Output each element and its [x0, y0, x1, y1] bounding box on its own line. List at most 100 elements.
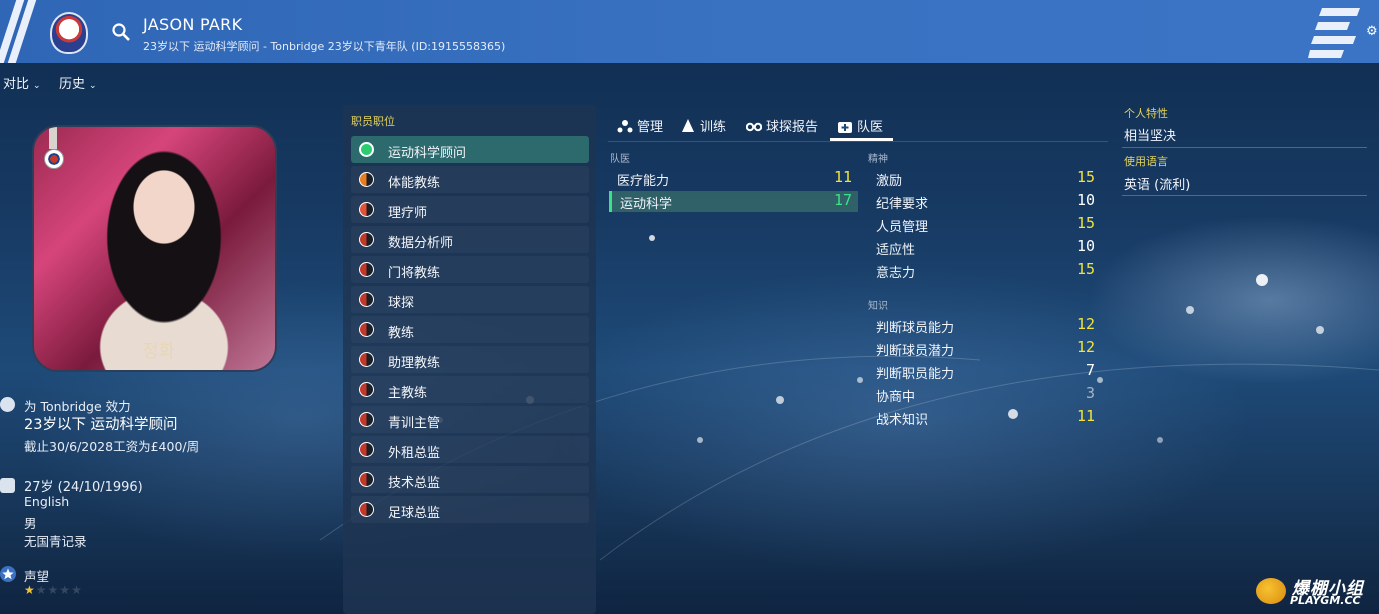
suitability-icon — [359, 142, 374, 157]
age-birthdate: 27岁 (24/10/1996) — [24, 480, 143, 495]
divider — [1122, 147, 1367, 148]
job-item[interactable]: 技术总监 — [351, 466, 589, 493]
tab-training[interactable]: 训练 — [680, 116, 726, 135]
tab-management-label: 管理 — [637, 120, 664, 135]
suitability-icon — [359, 442, 374, 457]
job-item[interactable]: 助理教练 — [351, 346, 589, 373]
attribute-name: 判断球员能力 — [876, 321, 955, 336]
attribute-name: 激励 — [876, 174, 903, 189]
job-item[interactable]: 足球总监 — [351, 496, 589, 523]
job-item[interactable]: 球探 — [351, 286, 589, 313]
job-item-label: 球探 — [388, 296, 415, 311]
compare-label: 对比 — [3, 77, 30, 92]
header-stripes-decor — [1308, 8, 1360, 58]
attribute-row[interactable]: 纪律要求 10 — [868, 191, 1101, 212]
job-item[interactable]: 运动科学顾问 — [351, 136, 589, 163]
job-item[interactable]: 数据分析师 — [351, 226, 589, 253]
personality-label: 个人特性 — [1124, 107, 1168, 120]
suitability-icon — [359, 382, 374, 397]
language-label: 使用语言 — [1124, 155, 1168, 168]
club-crest-icon[interactable] — [50, 12, 88, 54]
attribute-value: 10 — [1076, 191, 1095, 209]
management-icon — [617, 120, 633, 133]
attribute-value: 11 — [833, 168, 852, 186]
chevron-down-icon: ⌄ — [89, 81, 97, 91]
attribute-row[interactable]: 战术知识 11 — [868, 407, 1101, 428]
reputation-star-icon — [0, 566, 16, 582]
training-cone-icon — [682, 119, 694, 132]
attribute-row[interactable]: 适应性 10 — [868, 237, 1101, 258]
search-icon[interactable] — [111, 22, 131, 42]
suitability-icon — [359, 472, 374, 487]
attribute-value: 10 — [1076, 237, 1095, 255]
attribute-name: 医疗能力 — [617, 174, 670, 189]
watermark-en: PLAYGM.CC — [1290, 594, 1361, 607]
job-item[interactable]: 主教练 — [351, 376, 589, 403]
medical-kit-icon — [838, 122, 852, 133]
attribute-name: 运动科学 — [620, 197, 673, 212]
suitability-icon — [359, 262, 374, 277]
job-item-label: 数据分析师 — [388, 236, 454, 251]
job-item[interactable]: 门将教练 — [351, 256, 589, 283]
attribute-row[interactable]: 判断职员能力 7 — [868, 361, 1101, 382]
attribute-value: 15 — [1076, 214, 1095, 232]
attribute-row[interactable]: 运动科学 17 — [609, 191, 858, 212]
job-item[interactable]: 外租总监 — [351, 436, 589, 463]
job-positions-panel: 职员职位 运动科学顾问体能教练理疗师数据分析师门将教练球探教练助理教练主教练青训… — [343, 105, 596, 614]
personality-value: 相当坚决 — [1124, 129, 1177, 144]
attribute-value: 3 — [1085, 384, 1095, 402]
star-icon: ★ — [47, 583, 60, 597]
job-item-label: 门将教练 — [388, 266, 441, 281]
tab-training-label: 训练 — [700, 120, 727, 135]
job-item[interactable]: 理疗师 — [351, 196, 589, 223]
attribute-value: 12 — [1076, 338, 1095, 356]
job-item-label: 青训主管 — [388, 416, 441, 431]
attribute-row[interactable]: 意志力 15 — [868, 260, 1101, 281]
attribute-row[interactable]: 判断球员潜力 12 — [868, 338, 1101, 359]
attribute-name: 战术知识 — [876, 413, 929, 428]
job-positions-title: 职员职位 — [351, 115, 395, 128]
suitability-icon — [359, 322, 374, 337]
suitability-icon — [359, 352, 374, 367]
attribute-row[interactable]: 医疗能力 11 — [609, 168, 858, 189]
settings-icon[interactable]: ⚙ — [1366, 24, 1379, 39]
job-item-label: 足球总监 — [388, 506, 441, 521]
star-icon: ★ — [35, 583, 48, 597]
job-item-label: 体能教练 — [388, 176, 441, 191]
attribute-name: 人员管理 — [876, 220, 929, 235]
job-item[interactable]: 教练 — [351, 316, 589, 343]
divider — [1122, 195, 1367, 196]
suitability-icon — [359, 412, 374, 427]
staff-name: JASON PARK — [143, 15, 243, 34]
history-menu[interactable]: 历史 ⌄ — [59, 73, 97, 92]
attribute-name: 适应性 — [876, 243, 916, 258]
attribute-row[interactable]: 激励 15 — [868, 168, 1101, 189]
attribute-value: 17 — [833, 191, 852, 209]
job-item[interactable]: 体能教练 — [351, 166, 589, 193]
tab-medical[interactable]: 队医 — [837, 116, 883, 135]
job-item[interactable]: 青训主管 — [351, 406, 589, 433]
active-tab-indicator — [830, 138, 893, 141]
tab-scouting[interactable]: 球探报告 — [746, 116, 818, 135]
job-item-label: 外租总监 — [388, 446, 441, 461]
suitability-icon — [359, 172, 374, 187]
staff-photo: 정화 — [32, 125, 277, 372]
attribute-name: 判断职员能力 — [876, 367, 955, 382]
photo-caption: 정화 — [142, 341, 176, 362]
compare-menu[interactable]: 对比 ⌄ — [3, 73, 41, 92]
ribbon-decor — [49, 127, 57, 149]
mental-section-label: 精神 — [868, 154, 888, 165]
attribute-row[interactable]: 判断球员能力 12 — [868, 315, 1101, 336]
suitability-icon — [359, 502, 374, 517]
chevron-down-icon: ⌄ — [33, 81, 41, 91]
contract-info: 截止30/6/2028工资为£400/周 — [24, 439, 200, 454]
attribute-value: 7 — [1085, 361, 1095, 379]
suitability-icon — [359, 232, 374, 247]
attribute-row[interactable]: 人员管理 15 — [868, 214, 1101, 235]
tab-management[interactable]: 管理 — [617, 116, 663, 135]
binoculars-icon — [746, 122, 762, 132]
job-item-label: 技术总监 — [388, 476, 441, 491]
attribute-row[interactable]: 协商中 3 — [868, 384, 1101, 405]
star-icon: ★ — [59, 583, 72, 597]
attribute-name: 协商中 — [876, 390, 916, 405]
